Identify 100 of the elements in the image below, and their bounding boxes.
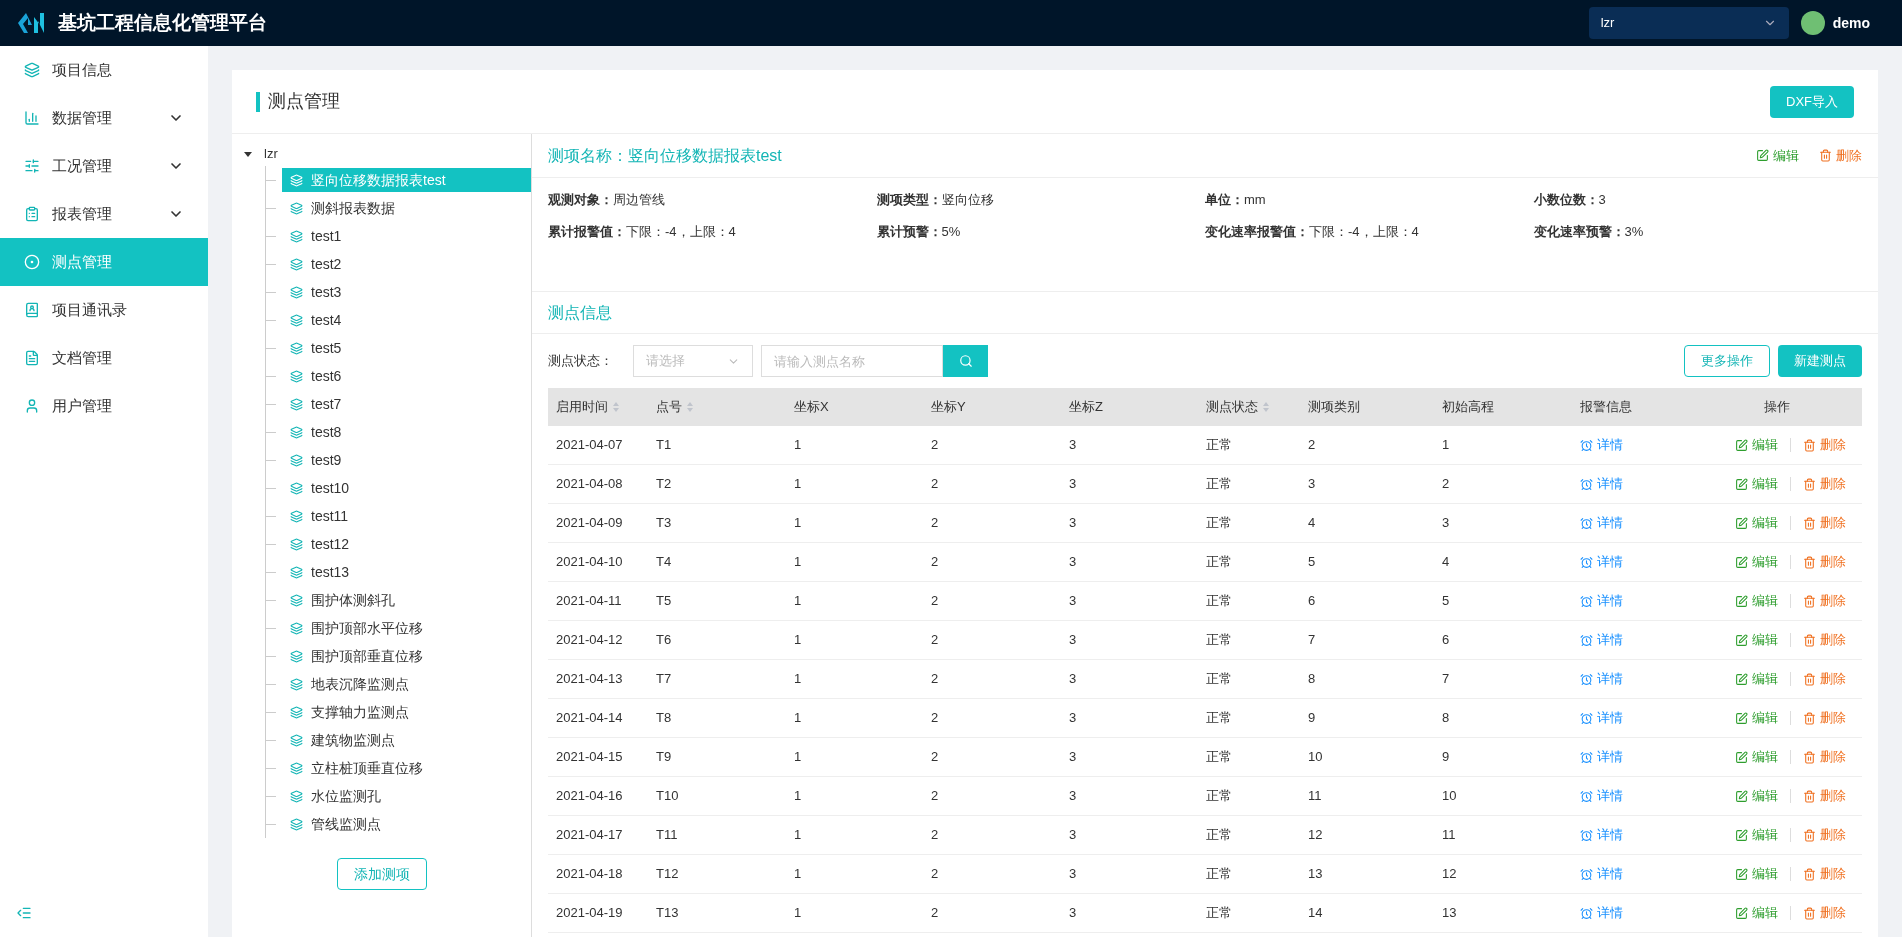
tree-node[interactable]: test5 <box>282 336 531 360</box>
alarm-icon <box>1580 672 1593 686</box>
tree-node[interactable]: test2 <box>282 252 531 276</box>
delete-link[interactable]: 删除 <box>1803 591 1846 611</box>
edit-link[interactable]: 编辑 <box>1735 591 1778 611</box>
tree-node[interactable]: 地表沉降监测点 <box>282 672 531 696</box>
sidebar-item[interactable]: 数据管理 <box>0 94 208 142</box>
trash-icon <box>1803 516 1816 530</box>
tree-node[interactable]: 支撑轴力监测点 <box>282 700 531 724</box>
detail-link[interactable]: 详情 <box>1580 903 1623 923</box>
search-field[interactable]: 请输入测点名称 <box>761 345 943 377</box>
tree-node[interactable]: 竖向位移数据报表test <box>282 168 531 192</box>
delete-link[interactable]: 删除 <box>1803 669 1846 689</box>
tree-node[interactable]: lzr <box>264 144 278 164</box>
tree-node[interactable]: test9 <box>282 448 531 472</box>
delete-link[interactable]: 删除 <box>1803 708 1846 728</box>
tree-node[interactable]: 建筑物监测点 <box>282 728 531 752</box>
edit-link[interactable]: 编辑 <box>1735 786 1778 806</box>
user-name[interactable]: demo <box>1832 12 1870 34</box>
delete-link[interactable]: 删除 <box>1803 864 1846 884</box>
tree-node[interactable]: test12 <box>282 532 531 556</box>
project-select[interactable]: lzr <box>1588 7 1789 39</box>
detail-link[interactable]: 详情 <box>1580 747 1623 767</box>
table-cell: T5 <box>656 593 672 609</box>
delete-link[interactable]: 删除 <box>1803 630 1846 650</box>
table-cell: 3 <box>1069 788 1077 804</box>
status-select[interactable]: 请选择 <box>633 345 753 377</box>
tree-node[interactable]: test6 <box>282 364 531 388</box>
detail-link[interactable]: 详情 <box>1580 864 1623 884</box>
tree-node[interactable]: test4 <box>282 308 531 332</box>
edit-link[interactable]: 编辑 <box>1735 825 1778 845</box>
sidebar-item[interactable]: 测点管理 <box>0 238 208 286</box>
edit-link[interactable]: 编辑 <box>1735 435 1778 455</box>
edit-link[interactable]: 编辑 <box>1735 708 1778 728</box>
detail-link[interactable]: 详情 <box>1580 708 1623 728</box>
new-point-button[interactable]: 新建测点 <box>1778 345 1862 377</box>
table-cell: 12 <box>1442 866 1457 882</box>
delete-link[interactable]: 删除 <box>1803 903 1846 923</box>
detail-link[interactable]: 详情 <box>1580 825 1623 845</box>
more-actions-button[interactable]: 更多操作 <box>1684 345 1770 377</box>
delete-link[interactable]: 删除 <box>1803 513 1846 533</box>
sidebar-item[interactable]: 用户管理 <box>0 382 208 430</box>
dxf-import-button[interactable]: DXF导入 <box>1770 85 1854 118</box>
edit-link[interactable]: 编辑 <box>1735 630 1778 650</box>
table-cell: 正常 <box>1206 788 1232 804</box>
detail-link[interactable]: 详情 <box>1580 552 1623 572</box>
sidebar-item[interactable]: 报表管理 <box>0 190 208 238</box>
edit-link[interactable]: 编辑 <box>1735 552 1778 572</box>
tree-node[interactable]: test3 <box>282 280 531 304</box>
edit-link[interactable]: 编辑 <box>1756 145 1799 166</box>
edit-link[interactable]: 编辑 <box>1735 747 1778 767</box>
edit-link[interactable]: 编辑 <box>1735 474 1778 494</box>
delete-link[interactable]: 删除 <box>1803 747 1846 767</box>
detail-link[interactable]: 详情 <box>1580 513 1623 533</box>
tree-node[interactable]: 围护顶部垂直位移 <box>282 644 531 668</box>
detail-link[interactable]: 详情 <box>1580 435 1623 455</box>
delete-link[interactable]: 删除 <box>1803 552 1846 572</box>
delete-link[interactable]: 删除 <box>1803 825 1846 845</box>
delete-link[interactable]: 删除 <box>1819 145 1862 166</box>
table-cell: T8 <box>656 710 672 726</box>
sidebar-item[interactable]: 项目信息 <box>0 46 208 94</box>
edit-link[interactable]: 编辑 <box>1735 669 1778 689</box>
tree-node[interactable]: 管线监测点 <box>282 812 531 836</box>
tree-node[interactable]: test8 <box>282 420 531 444</box>
edit-icon <box>1735 828 1748 842</box>
tree-node[interactable]: test13 <box>282 560 531 584</box>
edit-link[interactable]: 编辑 <box>1735 903 1778 923</box>
detail-link[interactable]: 详情 <box>1580 474 1623 494</box>
tree-node[interactable]: 围护体测斜孔 <box>282 588 531 612</box>
edit-icon <box>1735 750 1748 764</box>
table-cell: 2 <box>931 905 939 921</box>
tree-node[interactable]: 立柱桩顶垂直位移 <box>282 756 531 780</box>
sidebar-item[interactable]: 工况管理 <box>0 142 208 190</box>
table-cell: 6 <box>1442 632 1450 648</box>
delete-link[interactable]: 删除 <box>1803 435 1846 455</box>
tree-node[interactable]: test1 <box>282 224 531 248</box>
sidebar-item[interactable]: 项目通讯录 <box>0 286 208 334</box>
sidebar-item[interactable]: 文档管理 <box>0 334 208 382</box>
edit-link[interactable]: 编辑 <box>1735 864 1778 884</box>
edit-icon <box>1735 555 1748 569</box>
caret-down-icon[interactable] <box>244 150 252 158</box>
avatar[interactable] <box>1800 11 1825 35</box>
layers-icon <box>290 257 303 271</box>
tree-node[interactable]: 水位监测孔 <box>282 784 531 808</box>
detail-field: 小数位数：3 <box>1533 190 1862 210</box>
delete-link[interactable]: 删除 <box>1803 474 1846 494</box>
tree-node[interactable]: test11 <box>282 504 531 528</box>
delete-link[interactable]: 删除 <box>1803 786 1846 806</box>
tree-node[interactable]: 测斜报表数据 <box>282 196 531 220</box>
detail-link[interactable]: 详情 <box>1580 669 1623 689</box>
detail-link[interactable]: 详情 <box>1580 630 1623 650</box>
tree-node[interactable]: 围护顶部水平位移 <box>282 616 531 640</box>
detail-link[interactable]: 详情 <box>1580 591 1623 611</box>
detail-link[interactable]: 详情 <box>1580 786 1623 806</box>
detail-field: 测项类型：竖向位移 <box>876 190 1205 210</box>
table-cell: 10 <box>1308 749 1323 765</box>
add-item-button[interactable]: 添加测项 <box>336 858 427 890</box>
tree-node[interactable]: test7 <box>282 392 531 416</box>
edit-link[interactable]: 编辑 <box>1735 513 1778 533</box>
tree-node[interactable]: test10 <box>282 476 531 500</box>
